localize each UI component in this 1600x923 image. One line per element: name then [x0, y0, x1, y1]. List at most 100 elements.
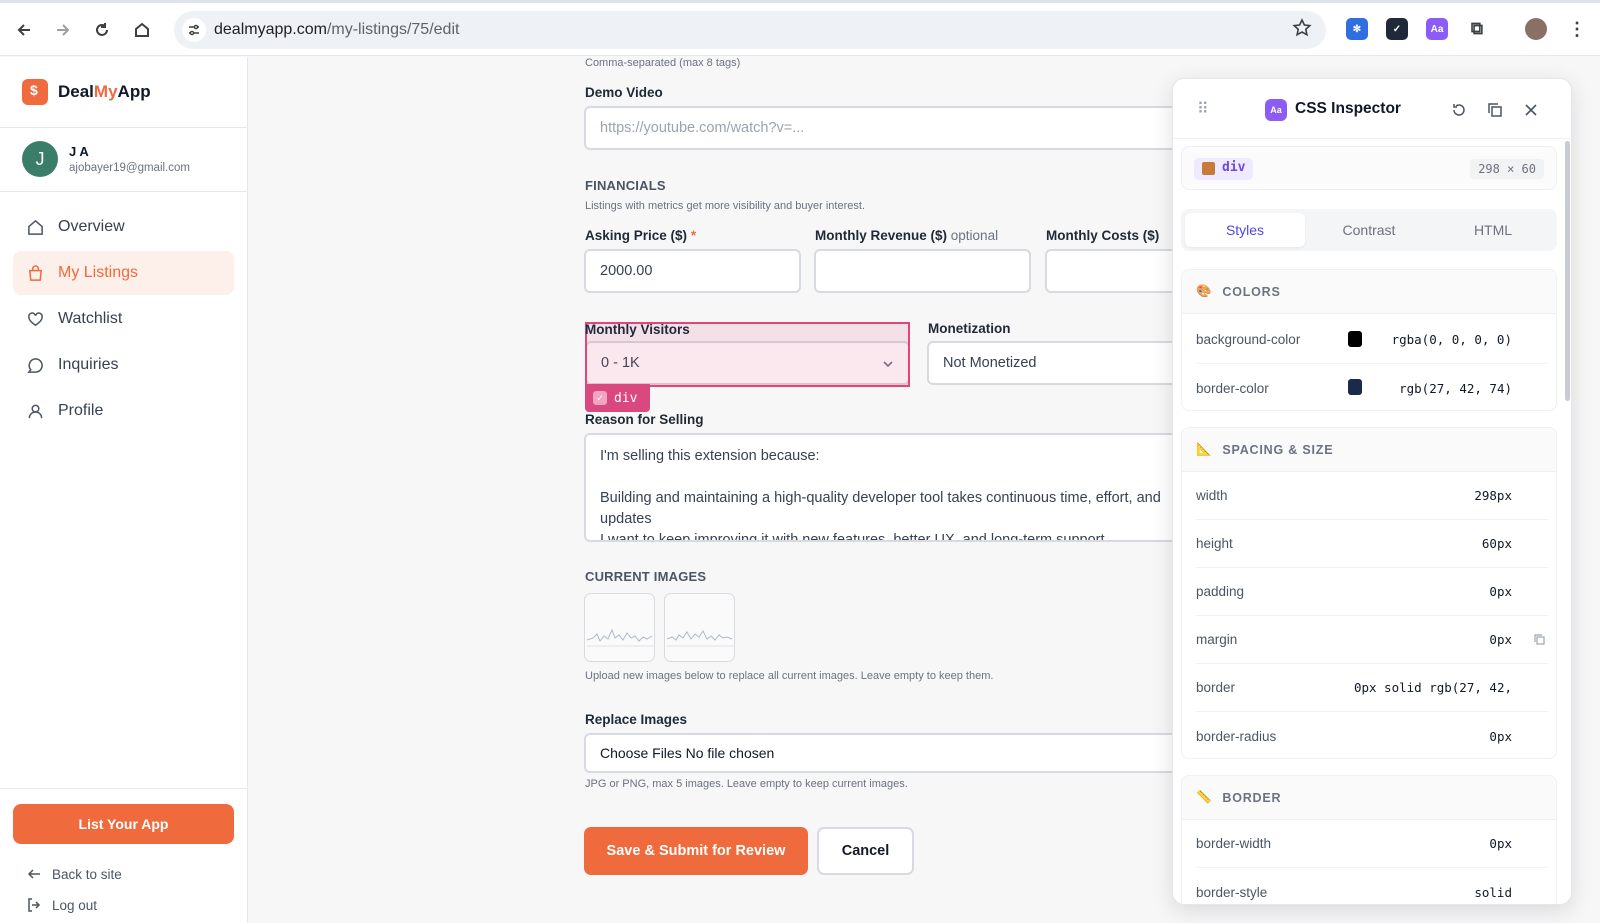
address-bar[interactable]: dealmyapp.com/my-listings/75/edit: [174, 11, 1326, 49]
color-swatch[interactable]: [1348, 379, 1362, 395]
site-info-icon[interactable]: [182, 18, 206, 42]
browser-menu-icon[interactable]: ⋮: [1566, 18, 1588, 40]
sidebar-item-label: Overview: [58, 218, 125, 235]
property-name: margin: [1196, 632, 1238, 647]
tags-hint: Comma-separated (max 8 tags): [585, 57, 741, 69]
reason-line: Building and maintaining a high-quality …: [600, 490, 1161, 506]
avatar: J: [22, 141, 58, 177]
extension-css-inspector-icon[interactable]: Aa: [1426, 18, 1448, 40]
sidebar-item-profile[interactable]: Profile: [13, 389, 234, 433]
tab-html[interactable]: HTML: [1433, 213, 1553, 247]
inspector-logo-icon: Aa: [1265, 99, 1287, 121]
user-card: J J A ajobayer19@gmail.com: [22, 141, 190, 177]
colors-title: COLORS: [1222, 284, 1281, 299]
sidebar-item-label: Watchlist: [58, 310, 123, 327]
highlight-tag-label: div: [614, 390, 638, 406]
brand-mark-icon: [22, 79, 48, 105]
back-to-site-label: Back to site: [52, 866, 122, 882]
upload-hint: Upload new images below to replace all c…: [585, 670, 994, 682]
property-value[interactable]: 0px: [1489, 632, 1512, 647]
palette-icon: 🎨: [1196, 284, 1213, 298]
extension-check-icon[interactable]: ✓: [1386, 18, 1408, 40]
arrow-left-icon: [27, 869, 40, 879]
element-tag-chip: div: [1194, 158, 1254, 180]
tab-contrast[interactable]: Contrast: [1309, 213, 1429, 247]
chat-icon: [27, 357, 43, 373]
spacing-heading: 📐 SPACING & SIZE: [1182, 428, 1556, 472]
home-icon: [28, 219, 43, 235]
property-row: background-color rgba(0, 0, 0, 0): [1196, 316, 1548, 364]
tab-strip: [0, 0, 1600, 3]
brand-logo[interactable]: DealMyApp: [22, 79, 151, 105]
monthly-visitors-label: Monthly Visitors: [585, 322, 690, 337]
color-swatch[interactable]: [1348, 331, 1362, 347]
property-name: border: [1196, 680, 1236, 695]
drag-handle-icon[interactable]: ⠿: [1197, 99, 1209, 119]
sidebar-item-my-listings[interactable]: My Listings: [13, 251, 234, 295]
sidebar-item-label: Profile: [58, 402, 104, 419]
sidebar-item-overview[interactable]: Overview: [13, 205, 234, 249]
brand-app: App: [117, 82, 151, 101]
property-value[interactable]: 60px: [1482, 536, 1512, 551]
property-row: border-color rgb(27, 42, 74): [1196, 364, 1548, 412]
copy-icon[interactable]: [1533, 633, 1546, 646]
required-marker: *: [690, 228, 697, 243]
property-value[interactable]: 0px: [1489, 584, 1512, 599]
property-value[interactable]: solid: [1474, 885, 1512, 900]
sidebar-nav: Overview My Listings Watchlist Inquiries…: [13, 205, 234, 435]
property-name: height: [1196, 536, 1233, 551]
current-image-thumbnail[interactable]: [664, 593, 735, 662]
list-your-app-button[interactable]: List Your App: [13, 804, 234, 844]
monthly-revenue-input[interactable]: [814, 249, 1031, 293]
property-value[interactable]: 298px: [1474, 488, 1512, 503]
property-row: border-radius 0px: [1196, 712, 1548, 760]
profile-avatar-icon[interactable]: [1525, 18, 1547, 40]
bookmark-star-icon[interactable]: [1292, 18, 1312, 43]
inspector-scrollbar[interactable]: [1565, 141, 1570, 401]
bag-icon: [28, 264, 43, 281]
forward-icon[interactable]: [51, 18, 75, 42]
border-heading: 📏 BORDER: [1182, 776, 1556, 820]
property-value[interactable]: 0px: [1489, 729, 1512, 744]
user-icon: [28, 404, 43, 418]
copy-icon[interactable]: [1484, 99, 1506, 121]
chart-thumbnail-icon: [666, 630, 734, 647]
property-row: height 60px: [1196, 520, 1548, 568]
monthly-revenue-label: Monthly Revenue ($) optional: [815, 228, 998, 243]
divider: [0, 788, 247, 789]
sidebar: DealMyApp J J A ajobayer19@gmail.com Ove…: [0, 57, 248, 923]
property-value[interactable]: rgba(0, 0, 0, 0): [1392, 332, 1512, 347]
tab-styles[interactable]: Styles: [1185, 213, 1305, 247]
url-path: /my-listings/75/edit: [326, 21, 460, 38]
reset-icon[interactable]: [1448, 99, 1470, 121]
log-out-label: Log out: [52, 897, 98, 913]
back-to-site-link[interactable]: Back to site: [26, 866, 122, 882]
cancel-button[interactable]: Cancel: [817, 827, 914, 875]
extension-react-icon[interactable]: ✻: [1346, 18, 1368, 40]
save-submit-button[interactable]: Save & Submit for Review: [584, 827, 808, 875]
demo-video-input[interactable]: https://youtube.com/watch?v=...: [584, 106, 1204, 150]
property-value[interactable]: rgb(27, 42, 74): [1399, 381, 1512, 396]
file-input[interactable]: Choose Files No file chosen: [584, 733, 1204, 773]
reason-textarea[interactable]: I'm selling this extension because: Buil…: [584, 433, 1184, 542]
optional-marker: optional: [950, 228, 999, 243]
close-icon[interactable]: [1520, 99, 1542, 121]
extensions-puzzle-icon[interactable]: ⧉: [1466, 18, 1488, 40]
back-icon[interactable]: [12, 18, 36, 42]
property-value[interactable]: 0px: [1489, 836, 1512, 851]
spacing-title: SPACING & SIZE: [1222, 442, 1334, 457]
choose-files-button[interactable]: Choose Files: [600, 745, 682, 761]
spacing-card: 📐 SPACING & SIZE width 298px height 60px pa…: [1181, 427, 1557, 759]
inspector-highlight-tag: ✓ div: [585, 384, 650, 412]
log-out-link[interactable]: Log out: [26, 897, 97, 913]
current-images-heading: CURRENT IMAGES: [585, 569, 707, 584]
current-image-thumbnail[interactable]: [584, 593, 655, 662]
reload-icon[interactable]: [90, 18, 114, 42]
replace-images-label: Replace Images: [585, 712, 688, 727]
asking-price-label: Asking Price ($) *: [585, 228, 696, 243]
sidebar-item-watchlist[interactable]: Watchlist: [13, 297, 234, 341]
sidebar-item-inquiries[interactable]: Inquiries: [13, 343, 234, 387]
home-icon[interactable]: [130, 18, 154, 42]
property-value[interactable]: 0px solid rgb(27, 42,: [1354, 680, 1512, 695]
asking-price-input[interactable]: 2000.00: [584, 249, 801, 293]
